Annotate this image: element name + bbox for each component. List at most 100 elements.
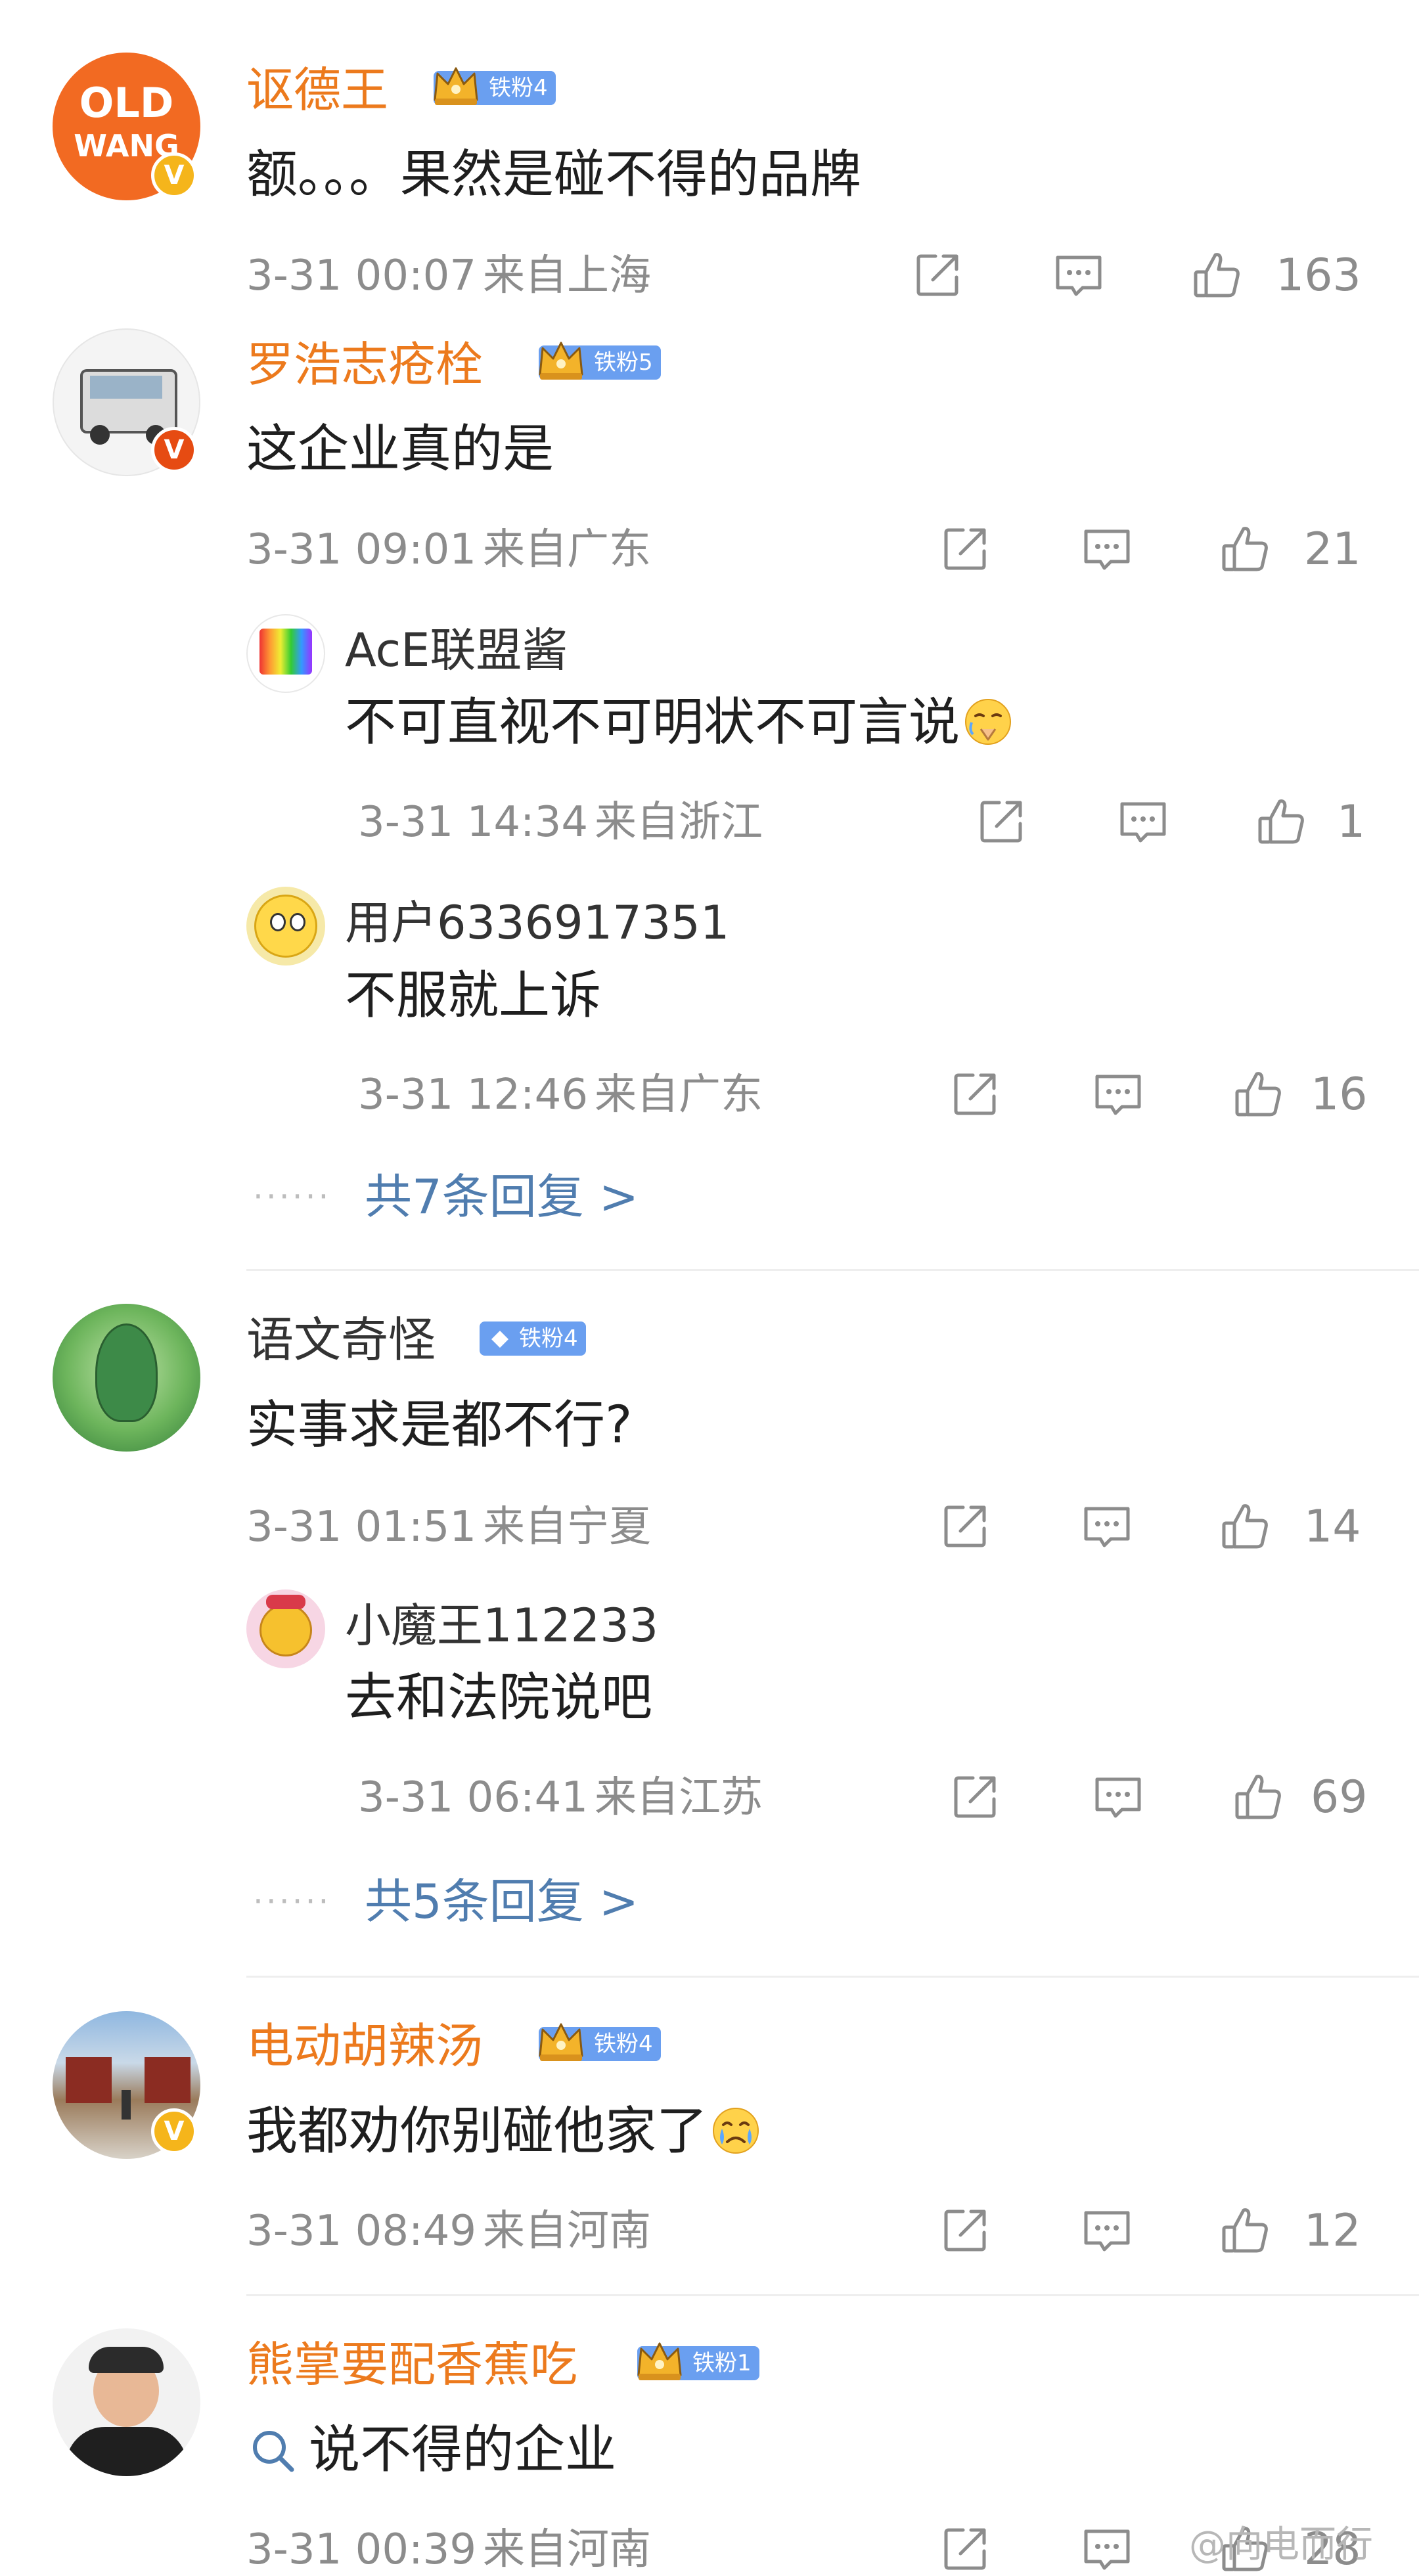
comment-location: 来自上海 [483, 252, 651, 300]
avatar-face [259, 1604, 312, 1656]
like-icon[interactable] [1232, 1770, 1284, 1823]
avatar-face [266, 1595, 305, 1609]
avatar-scene [145, 2057, 191, 2103]
verified-badge: V [151, 2108, 197, 2154]
divider [246, 1976, 1419, 1978]
comment-time: 3-31 00:39 [246, 2525, 477, 2574]
like-icon[interactable] [1219, 522, 1271, 575]
avatar-scene [66, 2057, 112, 2103]
reply-location: 来自浙江 [595, 798, 763, 847]
avatar[interactable] [53, 2328, 200, 2476]
like-count: 12 [1304, 2205, 1361, 2257]
divider [246, 1269, 1419, 1271]
avatar-logo-mark [259, 629, 312, 675]
comment-icon[interactable] [1092, 1770, 1144, 1823]
comment-text: 这企业真的是 [246, 420, 554, 479]
username[interactable]: 熊掌要配香蕉吃 [246, 2335, 577, 2394]
reply-location: 来自江苏 [595, 1773, 763, 1822]
reply-username[interactable]: AcE联盟酱 [345, 621, 568, 680]
like-icon[interactable] [1190, 248, 1243, 301]
crown-icon [536, 335, 586, 385]
like-icon[interactable] [1219, 1499, 1271, 1552]
avatar-portrait [89, 2347, 164, 2373]
share-icon[interactable] [939, 2522, 992, 2575]
comment-icon[interactable] [1081, 2522, 1133, 2575]
share-icon[interactable] [949, 1770, 1002, 1823]
share-icon[interactable] [939, 1499, 992, 1552]
avatar-scene [122, 2090, 131, 2120]
like-count: 163 [1276, 250, 1361, 301]
like-icon[interactable] [1232, 1067, 1284, 1120]
verified-badge: V [151, 152, 197, 198]
avatar[interactable] [246, 1589, 325, 1668]
username[interactable]: 电动胡辣汤 [246, 2016, 483, 2076]
avatar-logo-text: OLD [79, 79, 174, 127]
comment-text-content: 我都劝你别碰他家了 [246, 2102, 708, 2161]
verified-badge: V [151, 427, 197, 473]
comment-time: 3-31 00:07 [246, 252, 477, 300]
crown-icon [536, 2016, 586, 2066]
reply-time: 3-31 06:41 [358, 1773, 589, 1822]
share-icon[interactable] [939, 2204, 992, 2256]
like-count: 1 [1337, 796, 1366, 848]
reply-time: 3-31 14:34 [358, 798, 589, 847]
pray-emoji-icon [962, 696, 1014, 747]
fan-badge-label: 铁粉1 [692, 2350, 752, 2376]
reply-text-content: 不可直视不可明状不可言说 [345, 693, 960, 752]
share-icon[interactable] [939, 522, 992, 575]
like-icon[interactable] [1219, 2204, 1271, 2256]
like-count: 21 [1304, 523, 1361, 575]
reply-text: 不服就上诉 [345, 966, 602, 1025]
avatar-face [270, 913, 286, 931]
like-count: 14 [1304, 1501, 1361, 1553]
avatar[interactable] [246, 887, 325, 966]
diamond-icon [491, 1331, 508, 1348]
reply-location: 来自广东 [595, 1071, 763, 1119]
share-icon[interactable] [949, 1067, 1002, 1120]
avatar[interactable] [246, 614, 325, 693]
comment-icon[interactable] [1092, 1067, 1144, 1120]
comment-icon[interactable] [1081, 522, 1133, 575]
divider [246, 2294, 1419, 2296]
reply-username[interactable]: 小魔王112233 [345, 1596, 658, 1655]
comment-location: 来自广东 [483, 525, 651, 574]
username[interactable]: 讴德王 [246, 60, 388, 120]
avatar[interactable] [53, 1304, 200, 1452]
van-image [90, 376, 162, 399]
like-count: 69 [1311, 1771, 1368, 1823]
more-replies-link[interactable]: 共7条回复 > [365, 1167, 639, 1226]
avatar-face [290, 913, 305, 931]
fan-badge: 铁粉5 [539, 345, 661, 380]
search-icon[interactable] [250, 2428, 297, 2475]
comment-location: 来自河南 [483, 2207, 651, 2255]
more-replies-dots: ······ [253, 1882, 332, 1921]
fan-badge-label: 铁粉5 [594, 349, 653, 376]
crown-icon [431, 60, 481, 110]
reply-text: 去和法院说吧 [345, 1668, 653, 1727]
comment-icon[interactable] [1052, 248, 1105, 301]
more-replies-dots: ······ [253, 1178, 332, 1216]
comment-icon[interactable] [1081, 1499, 1133, 1552]
reply-text: 不可直视不可明状不可言说 [345, 690, 1014, 755]
more-replies-link[interactable]: 共5条回复 > [365, 1872, 639, 1931]
like-icon[interactable] [1255, 795, 1307, 847]
share-icon[interactable] [976, 795, 1028, 847]
comment-text-content: 说不得的企业 [309, 2420, 617, 2479]
comment-text: 实事求是都不行? [246, 1396, 633, 1455]
crying-emoji-icon [710, 2105, 761, 2156]
reply-time: 3-31 12:46 [358, 1071, 589, 1119]
share-icon[interactable] [912, 248, 964, 301]
comment-icon[interactable] [1117, 795, 1169, 847]
watermark: @向电而行 [1189, 2523, 1373, 2566]
fan-badge: 铁粉4 [539, 2027, 661, 2061]
comment-time: 3-31 09:01 [246, 525, 477, 574]
fan-badge-label: 铁粉4 [519, 1325, 578, 1352]
crown-icon [635, 2336, 685, 2386]
username[interactable]: 语文奇怪 [246, 1310, 436, 1369]
reply-username[interactable]: 用户6336917351 [345, 893, 729, 952]
username[interactable]: 罗浩志疮栓 [246, 335, 483, 394]
comment-icon[interactable] [1081, 2204, 1133, 2256]
avatar-face [254, 895, 317, 958]
comment-location: 来自河南 [483, 2525, 651, 2574]
fan-badge: 铁粉4 [434, 71, 556, 105]
